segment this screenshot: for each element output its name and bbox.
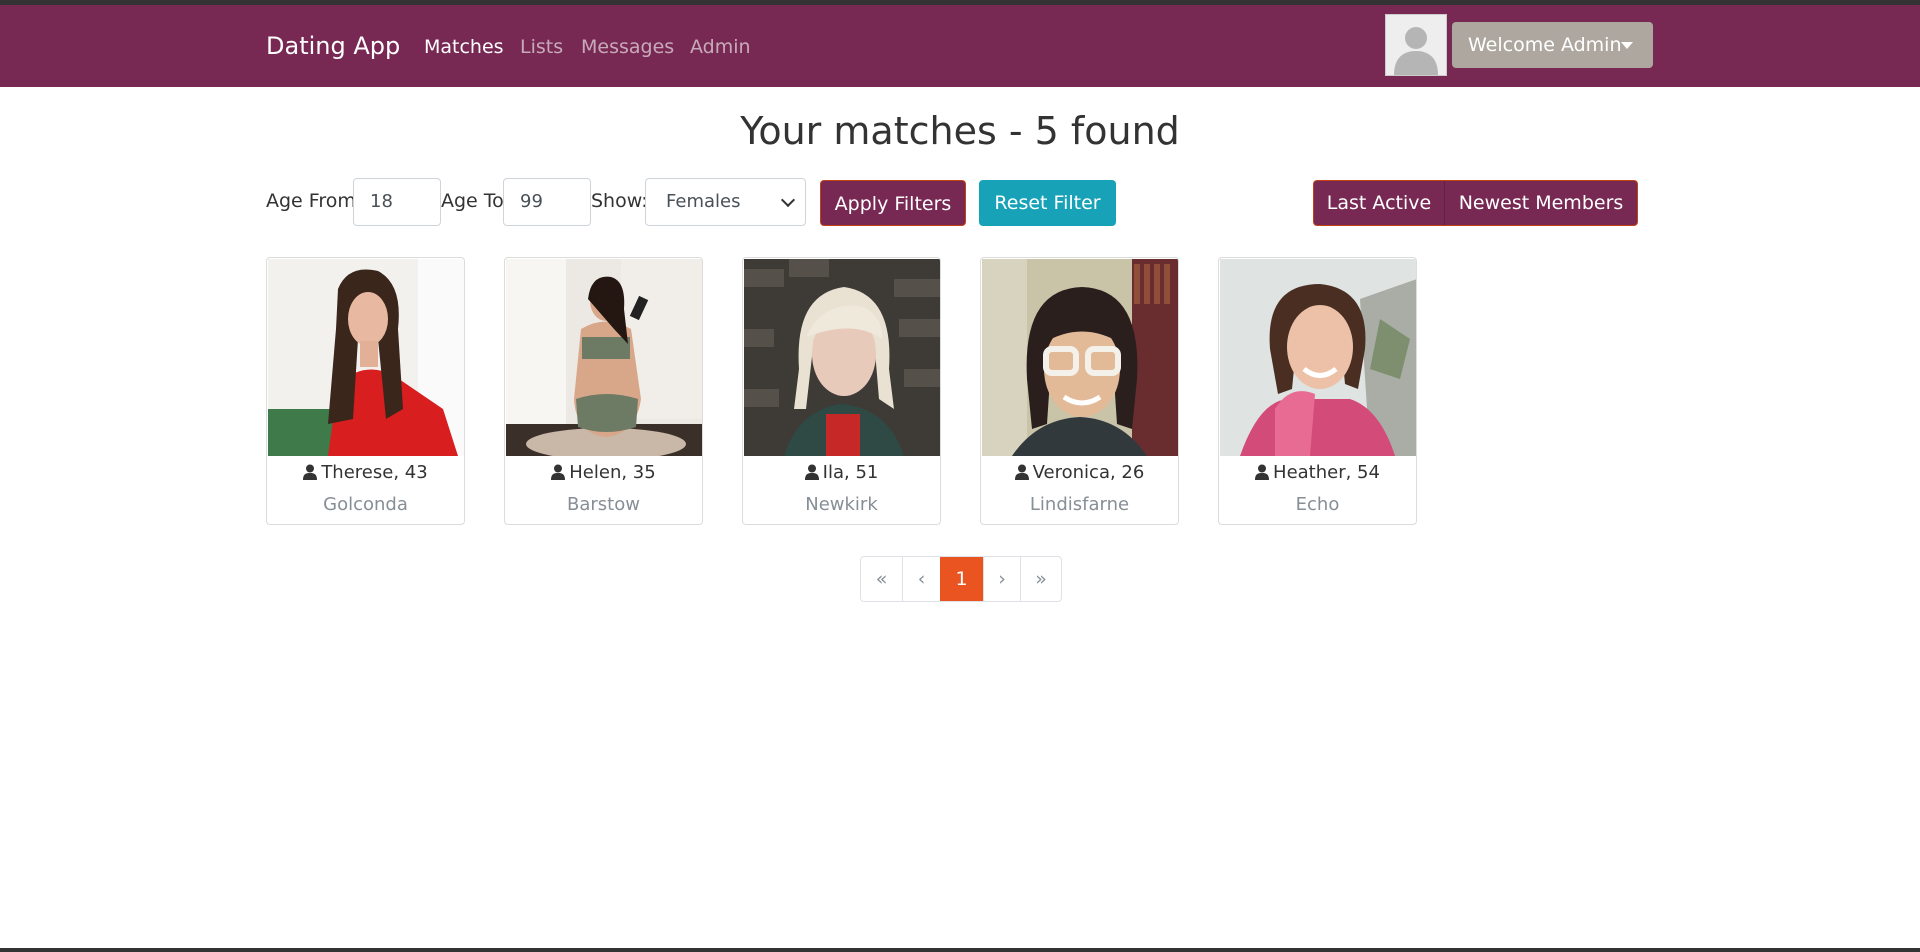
pagination-prev-button[interactable]: ‹ [902,557,940,601]
member-card[interactable]: Veronica, 26 Lindisfarne [980,257,1179,525]
member-city: Echo [1295,494,1340,515]
member-name: Heather, 54 [1219,462,1416,483]
member-card[interactable]: Ila, 51 Newkirk [742,257,941,525]
user-icon [303,464,318,480]
sort-button-group: Last Active Newest Members [1313,180,1638,226]
chevron-down-icon [780,192,796,208]
reset-filter-button[interactable]: Reset Filter [979,180,1116,226]
member-photo[interactable] [744,259,941,456]
member-name: Therese, 43 [267,462,464,483]
member-name-text: Ila, 51 [822,462,879,483]
user-icon [551,464,566,480]
age-to-input[interactable]: 99 [503,178,591,226]
member-card[interactable]: Heather, 54 Echo [1218,257,1417,525]
user-avatar-icon [1385,14,1447,76]
member-name: Helen, 35 [505,462,702,483]
member-city: Lindisfarne [1029,494,1130,515]
nav-link-matches[interactable]: Matches [424,36,504,58]
newest-members-button[interactable]: Newest Members [1445,181,1637,225]
member-card[interactable]: Therese, 43 Golconda [266,257,465,525]
member-photo[interactable] [1220,259,1417,456]
caret-down-icon [1621,42,1633,49]
user-icon [804,464,819,480]
age-from-input[interactable]: 18 [353,178,441,226]
member-photo[interactable] [506,259,703,456]
pagination-page-1[interactable]: 1 [940,557,983,601]
gender-select-value: Females [666,191,741,212]
member-city: Barstow [567,494,640,515]
member-name: Ila, 51 [743,462,940,483]
member-name: Veronica, 26 [981,462,1178,483]
member-city: Golconda [323,494,408,515]
pagination-last-button[interactable]: » [1020,557,1061,601]
user-icon [1014,464,1029,480]
member-name-text: Heather, 54 [1273,462,1380,483]
member-city: Newkirk [805,494,878,515]
gender-select[interactable]: Females [645,178,806,226]
pagination-next-button[interactable]: › [983,557,1020,601]
nav-link-admin[interactable]: Admin [690,36,751,58]
member-photo[interactable] [982,259,1179,456]
user-icon [1255,464,1270,480]
age-from-label: Age From [266,190,356,212]
member-name-text: Veronica, 26 [1032,462,1145,483]
last-active-button[interactable]: Last Active [1314,181,1445,225]
nav-link-messages[interactable]: Messages [581,36,674,58]
brand-link[interactable]: Dating App [266,32,400,60]
pagination-first-button[interactable]: « [861,557,902,601]
member-card[interactable]: Helen, 35 Barstow [504,257,703,525]
pagination: « ‹ 1 › » [860,556,1062,602]
show-label: Show: [591,190,648,212]
apply-filters-button[interactable]: Apply Filters [820,180,966,226]
member-name-text: Therese, 43 [321,462,428,483]
member-photo[interactable] [268,259,465,456]
welcome-label: Welcome Admin [1468,34,1622,56]
nav-link-lists[interactable]: Lists [520,36,563,58]
window-bottom-border [0,948,1920,952]
age-to-label: Age To [441,190,504,212]
member-name-text: Helen, 35 [569,462,656,483]
welcome-dropdown-button[interactable]: Welcome Admin [1452,22,1653,68]
top-navbar: Dating App Matches Lists Messages Admin … [0,5,1920,87]
page-title: Your matches - 5 found [740,109,1180,153]
